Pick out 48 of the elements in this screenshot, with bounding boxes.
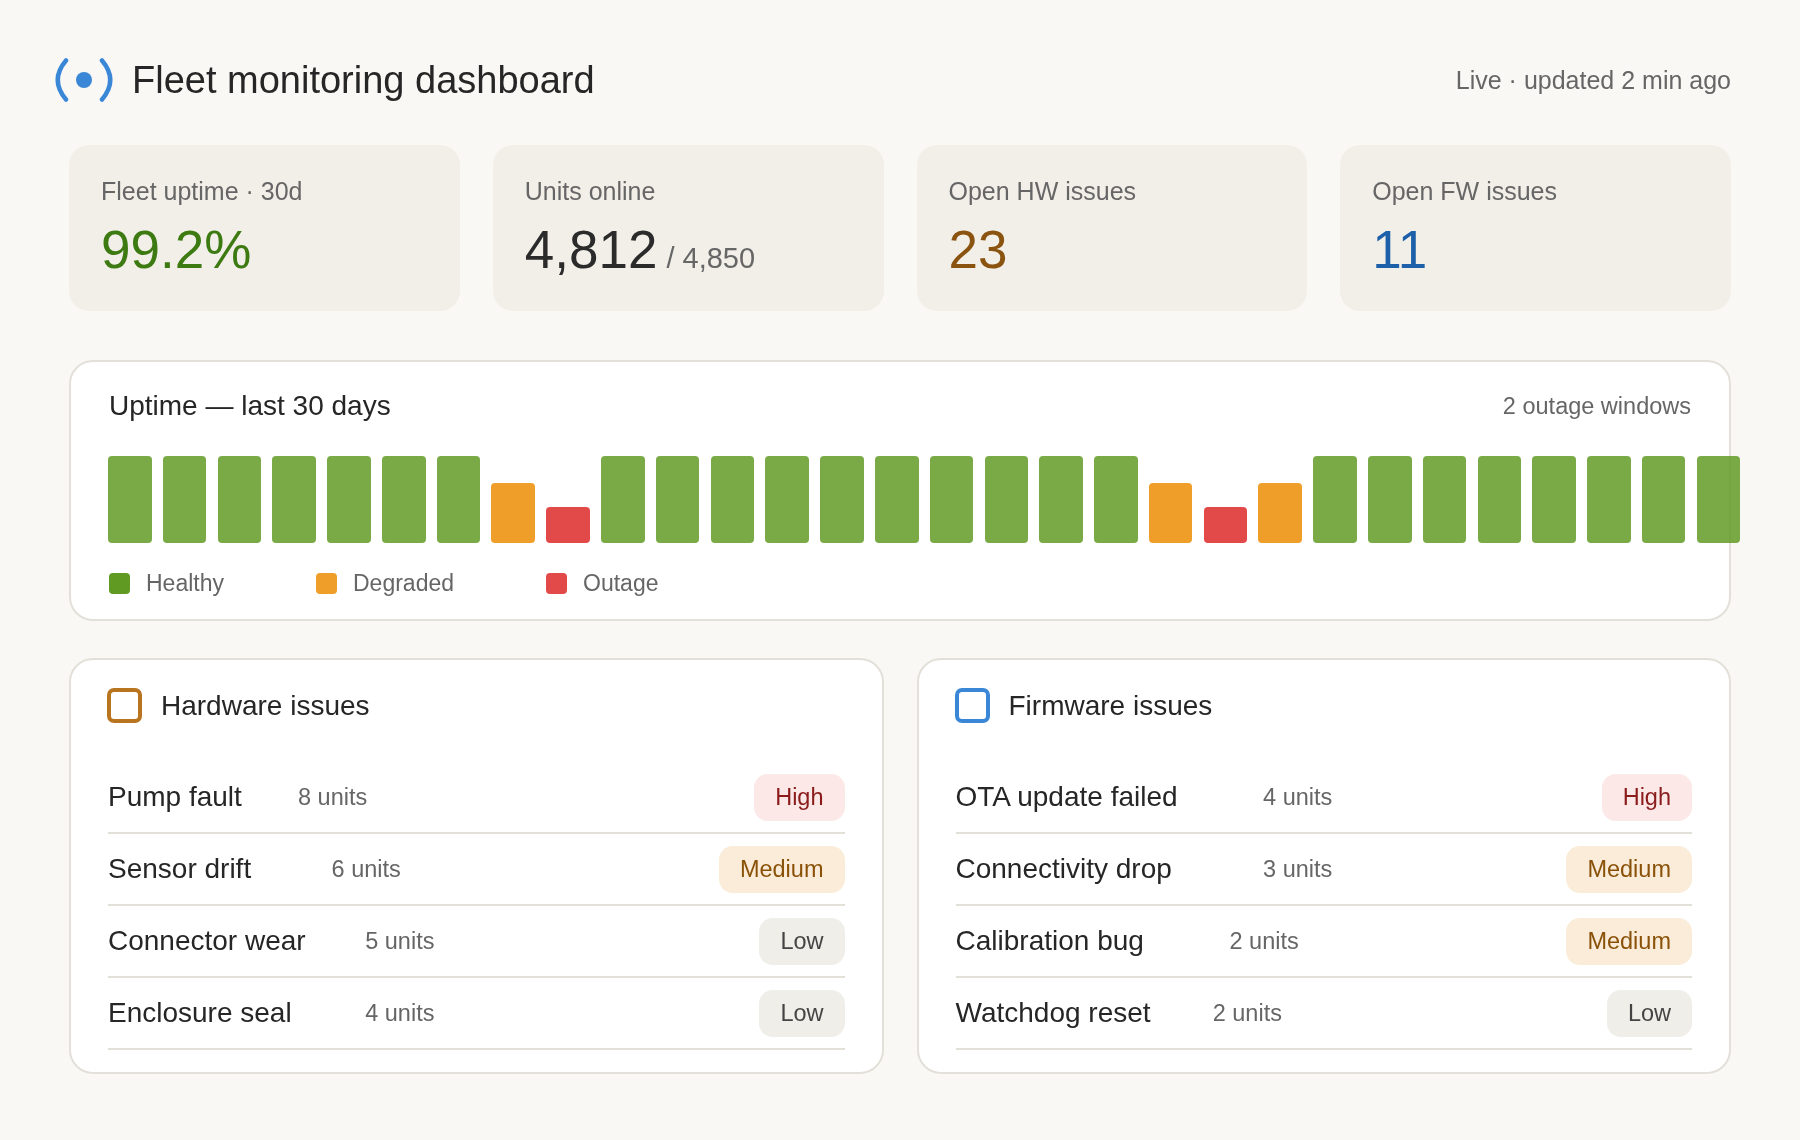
unit-count: 2 units [1212,999,1282,1027]
issue-name: Connector wear [108,925,306,956]
unit-count: 6 units [331,855,401,883]
severity-tag: Low [1606,989,1692,1037]
broadcast-icon [53,58,115,102]
severity-tag: High [1601,773,1692,821]
stat-value: 23 [948,220,1008,280]
legend-label: Degraded [353,569,454,597]
unit-count: 3 units [1263,855,1333,883]
issue-name: Watchdog reset [955,997,1151,1028]
severity-tag: Medium [1566,917,1692,965]
panel-title: Hardware issues [161,689,370,722]
issue-name: Calibration bug [955,925,1144,956]
issue-name: Pump fault [108,781,242,812]
unit-count: 4 units [365,999,435,1027]
uptime-bar [546,507,590,543]
uptime-bar [491,483,536,543]
stat-value: 4,812 [524,220,658,280]
panel-title: Uptime — last 30 days [109,390,391,422]
stat-value: 99.2% [101,220,252,280]
severity-tag: Medium [1566,845,1692,893]
unit-count: 2 units [1229,927,1299,955]
update-status: Live · updated 2 min ago [1455,65,1731,95]
page-title: Fleet monitoring dashboard [132,58,595,103]
uptime-bar [1148,483,1193,543]
severity-tag: High [754,773,845,821]
legend-label: Outage [583,569,659,597]
unit-count: 4 units [1263,783,1333,811]
stat-value: 11 [1372,220,1428,280]
issue-name: Enclosure seal [108,997,292,1028]
stat-label: Fleet uptime · 30d [101,177,303,205]
legend-label: Healthy [146,569,224,597]
unit-count: 5 units [365,927,435,955]
stat-total: / 4,850 [666,242,756,275]
unit-count: 8 units [298,783,368,811]
severity-tag: Low [759,989,845,1037]
stat-label: Open FW issues [1372,177,1558,205]
issue-name: OTA update failed [955,781,1178,812]
severity-tag: Medium [718,845,845,893]
stat-label: Units online [524,177,656,205]
issue-name: Connectivity drop [955,853,1172,884]
panel-title: Firmware issues [1008,689,1213,722]
uptime-bar [1258,483,1302,543]
uptime-bar [1203,507,1248,543]
outage-summary: 2 outage windows [1502,392,1691,420]
stat-label: Open HW issues [948,177,1137,205]
issue-name: Sensor drift [108,853,252,884]
severity-tag: Low [759,917,845,965]
